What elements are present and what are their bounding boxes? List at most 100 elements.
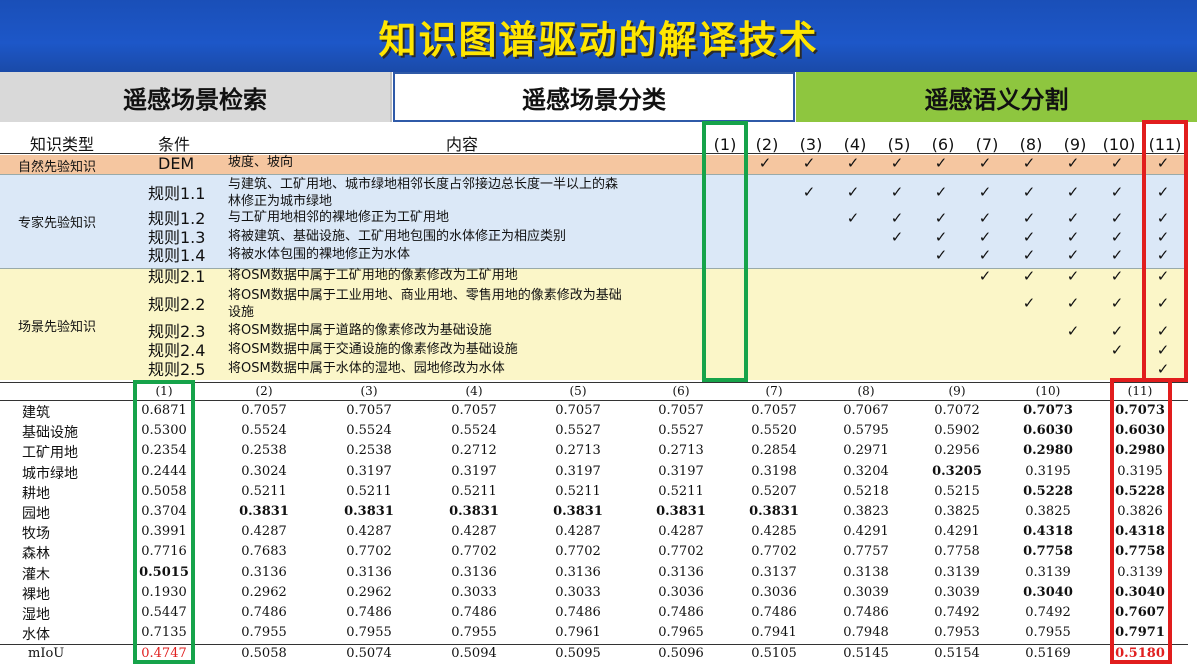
header-condition: 条件 (158, 135, 191, 154)
check-icon: ✓ (934, 183, 948, 201)
results-cell: 0.7955 (241, 625, 287, 641)
rule-content: 将被水体包围的裸地修正为水体 (228, 247, 411, 262)
results-cell: 0.4318 (1023, 524, 1073, 540)
check-icon: ✓ (934, 228, 948, 246)
results-cell: 0.7757 (843, 544, 889, 560)
results-cell: 0.7486 (843, 605, 889, 620)
results-cell: 0.5902 (934, 423, 980, 439)
rule-condition: 规则2.4 (148, 341, 206, 360)
check-icon: ✓ (1066, 322, 1080, 340)
check-icon: ✓ (1066, 209, 1080, 227)
tab-scene-retrieval[interactable]: 遥感场景检索 (0, 72, 392, 122)
check-icon: ✓ (934, 246, 948, 264)
check-icon: ✓ (890, 209, 904, 227)
results-cell: 0.7072 (934, 403, 980, 418)
results-row-label: 牧场 (22, 526, 50, 543)
check-icon: ✓ (1022, 246, 1036, 264)
green-highlight-rules-col1 (702, 121, 748, 382)
check-icon: ✓ (1066, 154, 1080, 172)
results-cell: 0.3197 (346, 463, 392, 479)
results-cell: 0.4287 (241, 524, 287, 540)
results-cell: 0.7486 (241, 605, 287, 620)
results-cell: 0.5527 (555, 423, 601, 439)
check-icon: ✓ (978, 183, 992, 201)
results-cell: 0.7486 (346, 605, 392, 620)
results-cell: 0.7702 (451, 544, 497, 560)
results-cell: 0.7948 (843, 625, 889, 641)
results-cell: 0.3137 (751, 564, 797, 580)
green-highlight-results-col1 (133, 380, 195, 664)
results-cell: 0.3197 (658, 463, 704, 479)
results-cell: 0.3823 (843, 504, 889, 519)
rule-content: 将OSM数据中属于道路的像素修改为基础设施 (228, 323, 492, 338)
tab-semantic-segmentation[interactable]: 遥感语义分割 (796, 72, 1197, 122)
results-cell: 0.4287 (555, 524, 601, 540)
results-cell: 0.2713 (555, 443, 601, 459)
method-col-header: (2) (755, 135, 779, 154)
results-row-label: 灌木 (22, 566, 50, 583)
results-cell: 0.2971 (843, 443, 889, 459)
results-cell: 0.2962 (346, 584, 392, 600)
check-icon: ✓ (1066, 228, 1080, 246)
category-scene: 场景先验知识 (18, 320, 97, 335)
method-col-header: (3) (799, 135, 823, 154)
results-cell: 0.3138 (843, 564, 889, 580)
check-icon: ✓ (890, 183, 904, 201)
miou-cell: 0.5169 (1025, 646, 1071, 661)
check-icon: ✓ (1110, 209, 1124, 227)
results-cell: 0.3139 (1025, 564, 1071, 580)
results-cell: 0.2712 (451, 443, 497, 459)
rule-condition: 规则1.1 (148, 184, 206, 203)
results-cell: 0.2980 (1023, 443, 1073, 459)
check-icon: ✓ (1110, 267, 1124, 285)
results-cell: 0.4287 (346, 524, 392, 540)
results-cell: 0.7057 (658, 403, 704, 418)
rule-condition: 规则2.3 (148, 322, 206, 341)
check-icon: ✓ (846, 154, 860, 172)
results-cell: 0.3197 (555, 463, 601, 479)
results-row-label: 水体 (22, 627, 50, 644)
results-cell: 0.7073 (1023, 403, 1073, 418)
results-row-label: 建筑 (22, 405, 50, 421)
results-col-header: (10) (1035, 384, 1061, 398)
check-icon: ✓ (1022, 267, 1036, 285)
results-cell: 0.6030 (1023, 423, 1073, 439)
results-row-label: 耕地 (22, 485, 50, 502)
results-cell: 0.4291 (843, 524, 889, 540)
check-icon: ✓ (978, 209, 992, 227)
check-icon: ✓ (1110, 183, 1124, 201)
results-cell: 0.2962 (241, 584, 287, 600)
results-cell: 0.7486 (555, 605, 601, 620)
results-cell: 0.3033 (555, 584, 601, 600)
results-cell: 0.2956 (934, 443, 980, 459)
results-cell: 0.3831 (344, 504, 394, 519)
tab-scene-classification[interactable]: 遥感场景分类 (393, 72, 795, 122)
divider (0, 174, 1188, 175)
results-cell: 0.5211 (451, 483, 497, 499)
results-cell: 0.5211 (555, 483, 601, 499)
miou-cell: 0.5154 (934, 646, 980, 661)
check-icon: ✓ (978, 154, 992, 172)
results-cell: 0.3040 (1023, 584, 1073, 600)
check-icon: ✓ (846, 183, 860, 201)
results-cell: 0.3136 (451, 564, 497, 580)
results-cell: 0.3136 (241, 564, 287, 580)
check-icon: ✓ (978, 246, 992, 264)
results-cell: 0.3825 (1025, 504, 1071, 519)
results-cell: 0.7965 (658, 625, 704, 641)
rule-content: 将OSM数据中属于工业用地、商业用地、零售用地的像素修改为基础 (228, 288, 622, 303)
page-title: 知识图谱驱动的解译技术 (378, 17, 819, 62)
results-cell: 0.5795 (843, 423, 889, 439)
header-content: 内容 (446, 135, 479, 154)
results-cell: 0.3039 (934, 584, 980, 600)
miou-cell: 0.5096 (658, 646, 704, 661)
results-cell: 0.3039 (843, 584, 889, 600)
results-cell: 0.3136 (346, 564, 392, 580)
results-cell: 0.5228 (1023, 483, 1073, 499)
results-cell: 0.3036 (751, 584, 797, 600)
check-icon: ✓ (1022, 294, 1036, 312)
results-cell: 0.7683 (241, 544, 287, 560)
results-cell: 0.7961 (555, 625, 601, 641)
check-icon: ✓ (1066, 294, 1080, 312)
results-col-header: (3) (360, 384, 378, 398)
